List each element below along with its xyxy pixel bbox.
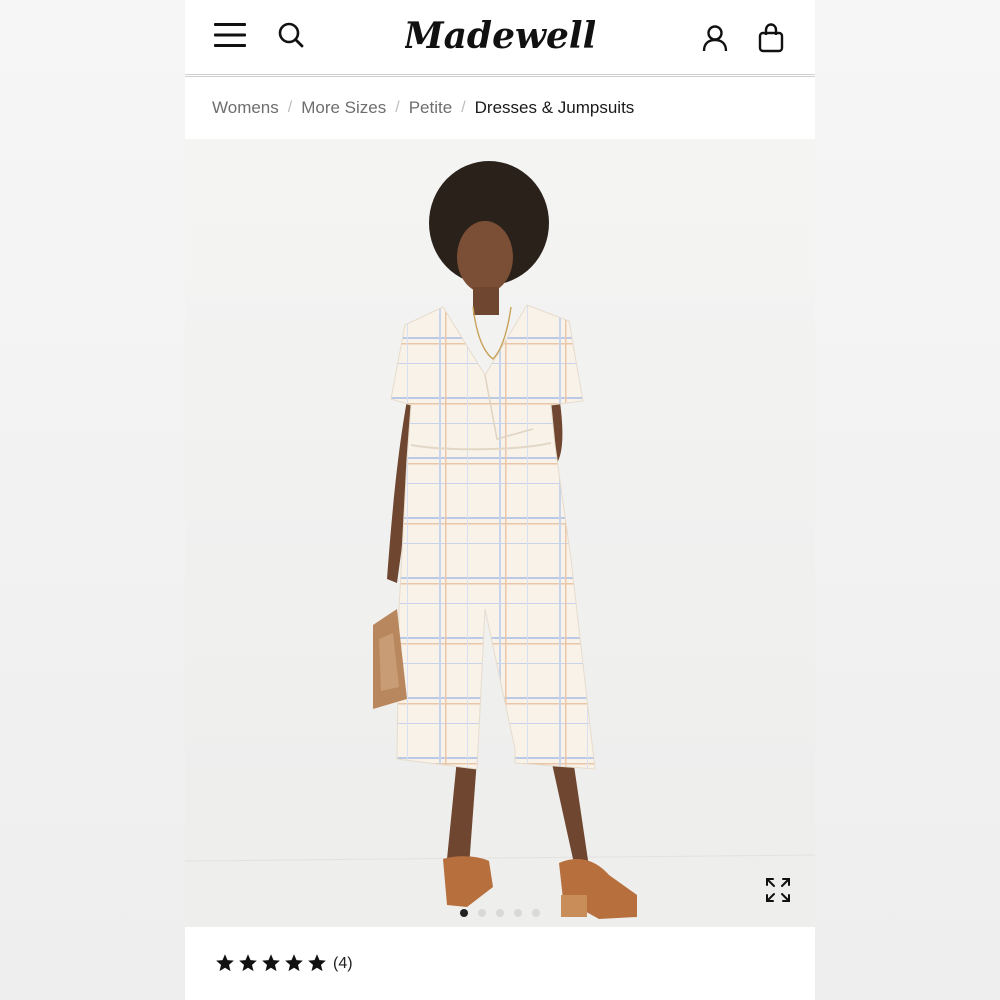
right-backdrop	[815, 0, 1000, 1000]
site-header: Madewell	[185, 0, 815, 77]
expand-icon	[766, 878, 790, 902]
brand-logo[interactable]: Madewell	[390, 8, 610, 64]
search-button[interactable]	[273, 17, 309, 53]
pagination-dot-2[interactable]	[478, 909, 486, 917]
breadcrumb-separator: /	[395, 99, 400, 116]
bag-icon	[758, 23, 784, 53]
shopping-bag-button[interactable]	[753, 20, 789, 56]
breadcrumb-dresses-jumpsuits[interactable]: Dresses & Jumpsuits	[475, 98, 635, 118]
logo-text: Madewell	[405, 15, 595, 57]
star-icon	[308, 954, 326, 972]
pagination-dot-5[interactable]	[532, 909, 540, 917]
product-rating: (4)	[185, 927, 815, 1000]
product-image-gallery[interactable]	[185, 139, 815, 927]
menu-button[interactable]	[211, 16, 249, 54]
breadcrumb-separator: /	[461, 99, 466, 116]
left-backdrop	[0, 0, 185, 1000]
breadcrumb-petite[interactable]: Petite	[409, 98, 452, 118]
pagination-dot-3[interactable]	[496, 909, 504, 917]
star-icon	[262, 954, 280, 972]
star-rating[interactable]	[215, 953, 327, 973]
product-photo	[185, 139, 815, 927]
menu-icon	[214, 23, 246, 47]
review-count-link[interactable]: (4)	[333, 955, 353, 973]
search-icon	[278, 22, 304, 48]
breadcrumb-more-sizes[interactable]: More Sizes	[301, 98, 386, 118]
account-button[interactable]	[697, 20, 733, 56]
pagination-dot-4[interactable]	[514, 909, 522, 917]
account-icon	[702, 25, 728, 52]
image-pagination	[185, 909, 815, 921]
breadcrumb-womens[interactable]: Womens	[212, 98, 279, 118]
star-icon	[285, 954, 303, 972]
pagination-dot-1[interactable]	[460, 909, 468, 917]
breadcrumb: Womens / More Sizes / Petite / Dresses &…	[185, 77, 815, 139]
mobile-product-page: Madewell Womens / More Sizes / Petite / …	[185, 0, 815, 1000]
star-icon	[216, 954, 234, 972]
breadcrumb-separator: /	[287, 99, 293, 116]
star-icon	[239, 954, 257, 972]
expand-image-button[interactable]	[761, 873, 795, 907]
madewell-logo: Madewell	[405, 15, 595, 57]
